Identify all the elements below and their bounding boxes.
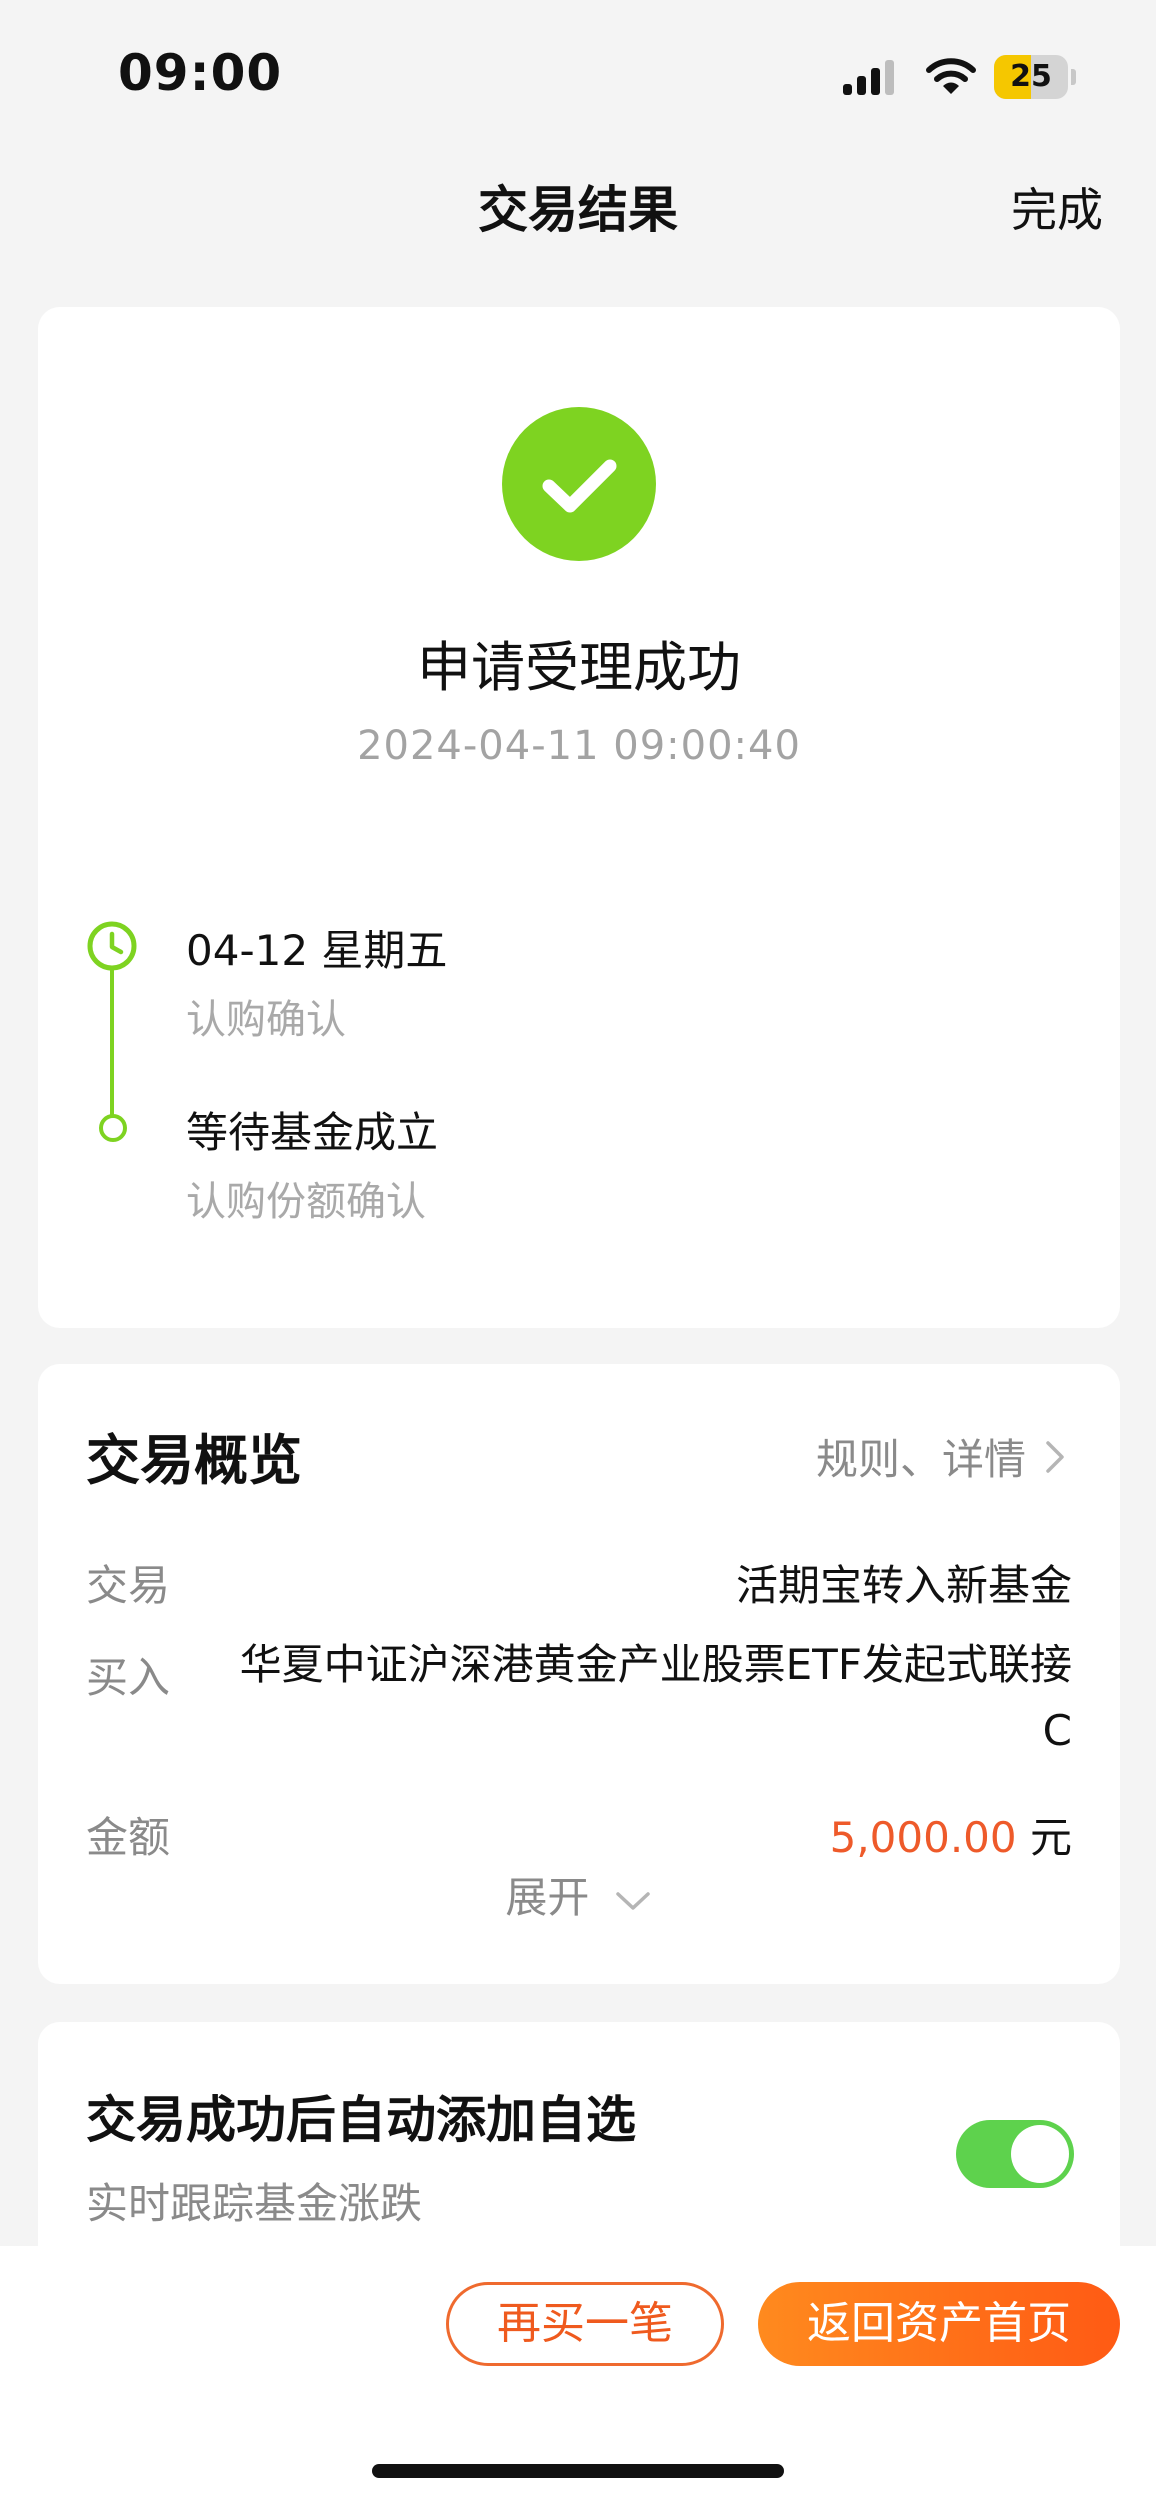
expand-button[interactable]: 展开 [38,1864,1120,1925]
battery-tip [1071,69,1076,85]
circle-icon [99,1114,127,1142]
timeline-line [110,962,114,1132]
battery-level: 25 [1010,59,1052,94]
amount-number: 5,000.00 [829,1813,1017,1862]
buy-value: 华夏中证沪深港黄金产业股票ETF发起式联接C [239,1640,1072,1755]
auto-add-subtitle: 实时跟踪基金涨跌 [86,2179,423,2228]
rules-details-label: 规则、详情 [815,1435,1026,1484]
rules-details-link[interactable]: 规则、详情 [816,1426,1070,1487]
timeline-step-subtitle: 认购确认 [186,997,346,1043]
chevron-down-icon [615,1891,650,1910]
amount-unit: 元 [1029,1813,1072,1862]
overview-card: 交易概览 规则、详情 交易 活期宝转入新基金 买入 华夏中证沪深港黄金产业股票E… [38,1364,1120,1984]
checkmark-icon [502,407,656,561]
auto-add-card: 交易成功后自动添加自选 实时跟踪基金涨跌 [38,2022,1120,2282]
trade-value: 活期宝转入新基金 [735,1561,1072,1610]
auto-add-toggle[interactable] [956,2120,1074,2188]
buy-label: 买入 [86,1653,171,1702]
expand-label: 展开 [505,1873,590,1922]
amount-value: 5,000.00 元 [830,1804,1072,1865]
auto-add-title: 交易成功后自动添加自选 [86,2091,636,2149]
signal-icon [843,60,894,95]
amount-label: 金额 [86,1813,171,1862]
clock-icon [87,921,137,971]
page-title: 交易结果 [478,181,678,239]
status-bar: 09:00 25 [0,0,1156,140]
bottom-action-bar: 再买一笔 返回资产首页 [0,2246,1156,2501]
timeline-step-title: 04-12 星期五 [186,926,448,975]
timeline-step-title: 等待基金成立 [186,1108,439,1157]
trade-label: 交易 [86,1561,171,1610]
wifi-icon [926,58,976,94]
result-timestamp: 2024-04-11 09:00:40 [357,723,801,769]
chevron-right-icon [1046,1440,1064,1473]
home-indicator [372,2464,784,2478]
back-home-button[interactable]: 返回资产首页 [758,2282,1120,2366]
battery-icon: 25 [994,55,1076,99]
result-title: 申请受理成功 [417,636,741,699]
toggle-knob [1011,2125,1069,2183]
result-card: 申请受理成功 2024-04-11 09:00:40 04-12 星期五 认购确… [38,307,1120,1328]
status-time: 09:00 [118,44,283,102]
battery-body: 25 [994,55,1068,99]
timeline-step-subtitle: 认购份额确认 [186,1179,426,1225]
buy-again-button[interactable]: 再买一笔 [446,2282,724,2366]
page: 09:00 25 交易结果 完成 申请受理成功 2024-04-11 09:00… [0,0,1156,2501]
overview-title: 交易概览 [86,1429,302,1492]
done-button[interactable]: 完成 [1011,174,1103,240]
